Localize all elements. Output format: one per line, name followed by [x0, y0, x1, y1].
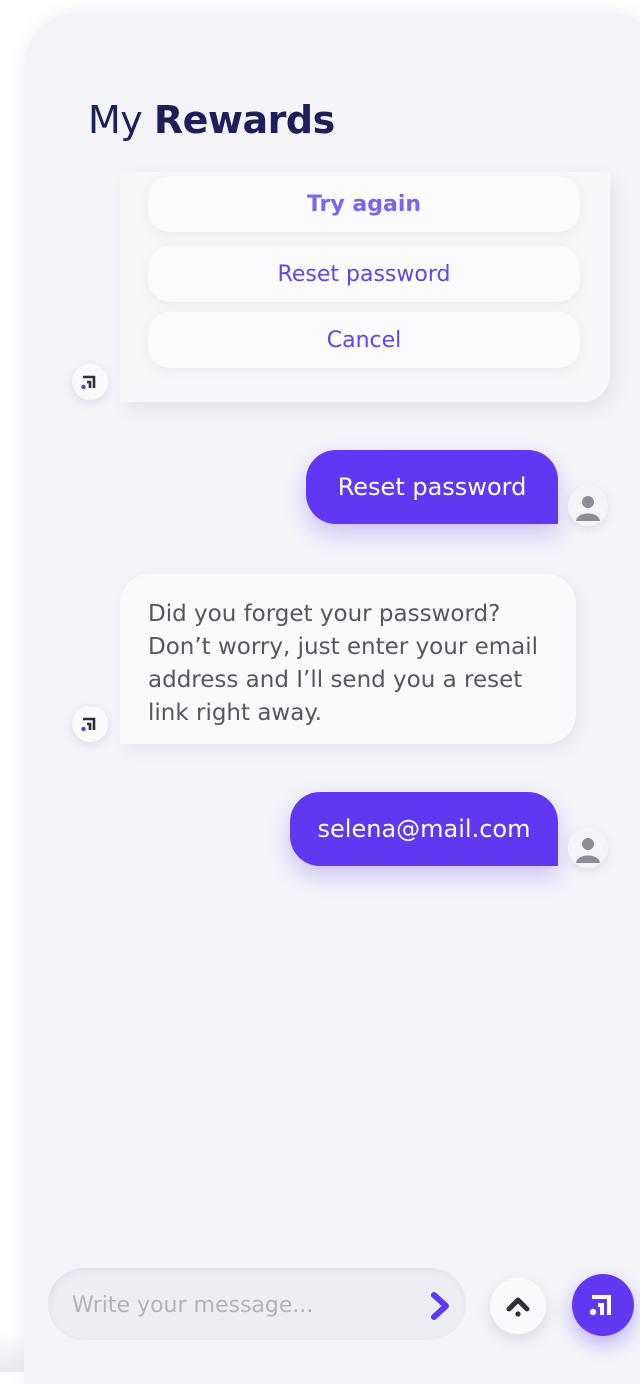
scroll-up-button[interactable] [490, 1278, 546, 1334]
option-cancel-button[interactable]: Cancel [148, 312, 580, 368]
arrow-up-icon [505, 1293, 531, 1319]
bot-message-bubble: Did you forget your password? Don’t worr… [120, 574, 576, 744]
page-title: My Rewards [88, 98, 335, 142]
chevron-right-icon [428, 1291, 452, 1321]
title-strong: Rewards [154, 98, 335, 142]
option-try-again-button[interactable]: Try again [148, 176, 580, 232]
assistant-button[interactable] [572, 1274, 634, 1336]
bot-avatar [72, 364, 108, 400]
user-avatar-icon [573, 491, 603, 521]
brand-logo-icon [588, 1291, 618, 1319]
user-message-bubble: Reset password [306, 450, 558, 524]
chat-panel: My Rewards Try again Reset password Canc… [24, 12, 640, 1384]
title-prefix: My [88, 98, 142, 142]
message-text: Did you forget your password? Don’t worr… [148, 598, 558, 730]
message-input[interactable] [70, 1284, 404, 1326]
option-reset-password-button[interactable]: Reset password [148, 246, 580, 302]
user-avatar [568, 486, 608, 526]
message-text: Reset password [338, 473, 527, 501]
user-avatar [568, 828, 608, 868]
message-text: selena@mail.com [318, 815, 531, 843]
bot-logo-icon [80, 373, 100, 391]
user-message-bubble: selena@mail.com [290, 792, 558, 866]
send-button[interactable] [422, 1288, 458, 1324]
user-avatar-icon [573, 833, 603, 863]
bot-avatar [72, 706, 108, 742]
quick-replies-card: Try again Reset password Cancel [120, 172, 610, 402]
bot-logo-icon [80, 715, 100, 733]
message-composer [48, 1268, 466, 1340]
